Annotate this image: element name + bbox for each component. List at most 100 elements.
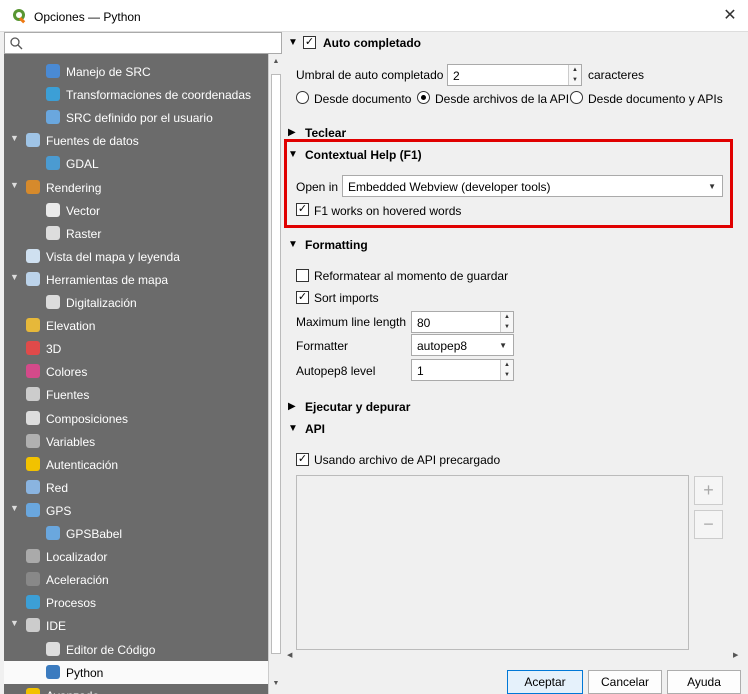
tree-item-ide[interactable]: ▼ IDE (4, 614, 268, 637)
collapse-triangle-icon[interactable]: ▼ (10, 180, 19, 190)
section-formatting[interactable]: ▼ Formatting (283, 234, 733, 256)
threshold-spinbox[interactable]: 2 ▲ ▼ (447, 64, 582, 86)
tree-item-3d[interactable]: 3D (4, 337, 268, 360)
contextual-help-title: Contextual Help (F1) (305, 148, 422, 162)
tree-item-vector[interactable]: Vector (4, 199, 268, 222)
collapse-triangle-icon[interactable]: ▼ (10, 272, 19, 282)
tree-item-herramientas-de-mapa[interactable]: ▼ Herramientas de mapa (4, 268, 268, 291)
cancel-button[interactable]: Cancelar (588, 670, 662, 694)
api-files-list[interactable] (296, 475, 689, 650)
formatter-value: autopep8 (417, 339, 468, 353)
chevron-down-icon[interactable]: ▼ (499, 341, 507, 350)
tree-item-python[interactable]: Python (4, 660, 268, 684)
scroll-down-icon[interactable]: ▼ (271, 680, 281, 692)
collapse-triangle-icon[interactable]: ▼ (288, 149, 298, 160)
open-in-combo[interactable]: Embedded Webview (developer tools) ▼ (342, 175, 723, 197)
scroll-up-icon[interactable]: ▲ (271, 58, 281, 70)
spin-arrows-icon[interactable]: ▲ ▼ (500, 312, 513, 332)
gear-icon (26, 595, 40, 610)
formatter-label: Formatter (296, 339, 349, 353)
max-line-spinbox[interactable]: 80 ▲ ▼ (411, 311, 514, 333)
tree-item-gpsbabel[interactable]: GPSBabel (4, 522, 268, 545)
tree-item-gdal[interactable]: GDAL (4, 152, 268, 175)
transform-icon (46, 87, 60, 102)
help-button[interactable]: Ayuda (667, 670, 741, 694)
section-autocomplete[interactable]: ▼ ✓ Auto completado (283, 32, 733, 54)
add-api-button[interactable]: + (694, 476, 723, 505)
tree-item-raster[interactable]: Raster (4, 222, 268, 245)
remove-api-button[interactable]: − (694, 510, 723, 539)
radio-from-api[interactable] (417, 91, 430, 104)
run-debug-title: Ejecutar y depurar (305, 400, 411, 414)
autopep-spinbox[interactable]: 1 ▲ ▼ (411, 359, 514, 381)
collapse-triangle-icon[interactable]: ▼ (10, 503, 19, 513)
spin-arrows-icon[interactable]: ▲ ▼ (500, 360, 513, 380)
collapse-triangle-icon[interactable]: ▼ (10, 618, 19, 628)
gpsbabel-icon (46, 526, 60, 540)
radio-from-both-label: Desde documento y APIs (588, 92, 723, 106)
sidebar-scrollbar[interactable]: ▲ ▼ (268, 54, 282, 694)
font-icon (26, 387, 40, 402)
collapse-triangle-icon[interactable]: ▼ (288, 37, 298, 48)
expand-triangle-icon[interactable]: ▶ (288, 401, 296, 412)
tree-item-digitalización[interactable]: Digitalización (4, 291, 268, 314)
search-input[interactable] (4, 32, 282, 54)
tree-item-src-definido-por-el-usuario[interactable]: SRC definido por el usuario (4, 106, 268, 129)
prepared-api-checkbox[interactable]: ✓ (296, 453, 309, 466)
layout-icon (26, 410, 40, 425)
tree-item-editor-de-código[interactable]: Editor de Código (4, 638, 268, 661)
section-contextual-help[interactable]: ▼ Contextual Help (F1) (283, 144, 733, 166)
options-tree: Manejo de SRC Transformaciones de coorden… (4, 54, 268, 694)
tree-item-avanzado[interactable]: Avanzado (4, 684, 268, 694)
sort-imports-label: Sort imports (314, 291, 379, 305)
tree-item-variables[interactable]: Variables (4, 430, 268, 453)
chevron-down-icon[interactable]: ▼ (708, 182, 716, 191)
panel-scrollbar[interactable] (733, 32, 748, 662)
tree-item-fuentes[interactable]: Fuentes (4, 383, 268, 406)
spin-arrows-icon[interactable]: ▲ ▼ (568, 65, 581, 85)
tree-item-rendering[interactable]: ▼ Rendering (4, 176, 268, 199)
tree-item-vista-del-mapa-y-leyenda[interactable]: Vista del mapa y leyenda (4, 245, 268, 268)
tree-item-label: Digitalización (66, 296, 137, 310)
tree-item-gps[interactable]: ▼ GPS (4, 499, 268, 522)
tree-item-aceleración[interactable]: Aceleración (4, 568, 268, 591)
tree-item-fuentes-de-datos[interactable]: ▼ Fuentes de datos (4, 129, 268, 152)
window-title: Opciones — Python (34, 10, 141, 24)
section-api[interactable]: ▼ API (283, 418, 733, 440)
f1-hover-checkbox[interactable]: ✓ (296, 203, 309, 216)
expand-triangle-icon[interactable]: ▶ (288, 127, 296, 138)
scrollbar-thumb[interactable] (271, 74, 281, 654)
sort-imports-checkbox[interactable]: ✓ (296, 291, 309, 304)
tree-item-colores[interactable]: Colores (4, 360, 268, 383)
tree-item-red[interactable]: Red (4, 476, 268, 499)
collapse-triangle-icon[interactable]: ▼ (10, 133, 19, 143)
reformat-checkbox[interactable] (296, 269, 309, 282)
horizontal-scrollbar[interactable]: ◀ ▶ (283, 650, 748, 664)
tree-item-elevation[interactable]: Elevation (4, 314, 268, 337)
close-icon[interactable]: ✕ (716, 4, 744, 28)
tree-item-label: Elevation (46, 319, 96, 334)
tree-item-composiciones[interactable]: Composiciones (4, 407, 268, 430)
map-icon (26, 248, 40, 263)
tree-item-autenticación[interactable]: Autenticación (4, 453, 268, 476)
tree-item-localizador[interactable]: Localizador (4, 545, 268, 568)
section-run-debug[interactable]: ▶ Ejecutar y depurar (283, 396, 733, 418)
radio-from-document-label: Desde documento (314, 92, 412, 106)
tree-item-manejo-de-src[interactable]: Manejo de SRC (4, 60, 268, 83)
formatter-combo[interactable]: autopep8 ▼ (411, 334, 514, 356)
table-icon (26, 133, 40, 148)
ok-button[interactable]: Aceptar (507, 670, 583, 694)
python-icon (46, 664, 60, 679)
open-in-value: Embedded Webview (developer tools) (348, 180, 551, 194)
autocomplete-checkbox[interactable]: ✓ (303, 36, 316, 49)
collapse-triangle-icon[interactable]: ▼ (288, 239, 298, 250)
collapse-triangle-icon[interactable]: ▼ (288, 423, 298, 434)
scroll-left-icon[interactable]: ◀ (287, 651, 292, 659)
tree-item-transformaciones-de-coordenadas[interactable]: Transformaciones de coordenadas (4, 83, 268, 106)
colors-icon (26, 364, 40, 379)
scroll-right-icon[interactable]: ▶ (733, 651, 738, 659)
radio-from-both[interactable] (570, 91, 583, 104)
tree-item-label: Fuentes (46, 388, 90, 403)
tree-item-procesos[interactable]: Procesos (4, 591, 268, 614)
radio-from-document[interactable] (296, 91, 309, 104)
